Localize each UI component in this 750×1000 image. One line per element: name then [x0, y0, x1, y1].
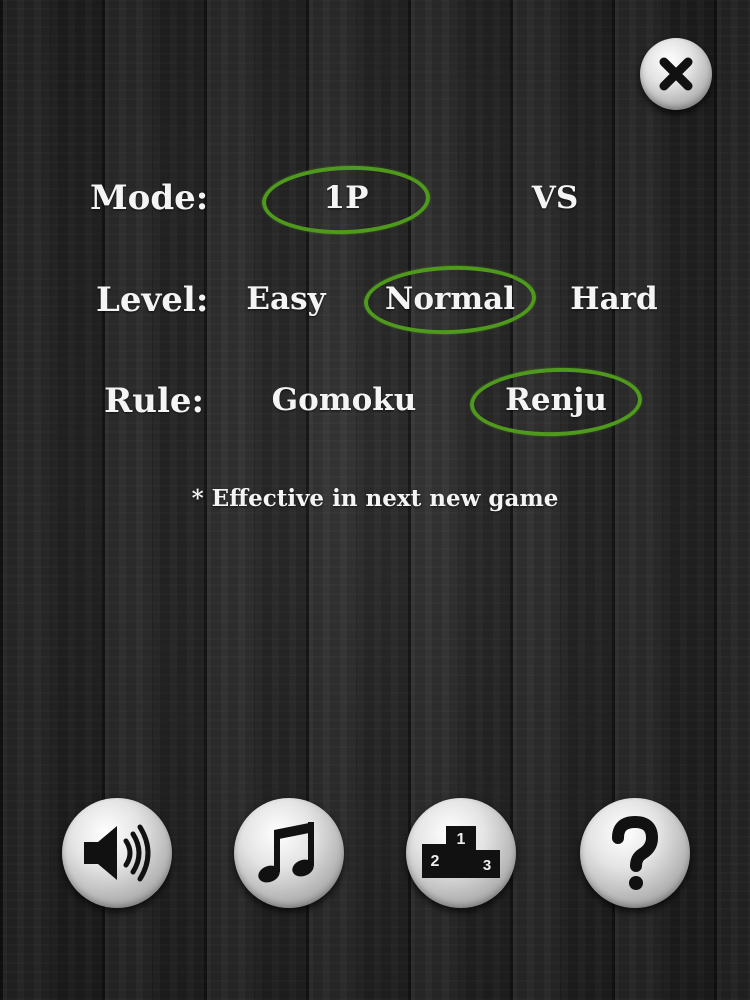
podium-icon: 1 2 3 [422, 826, 500, 878]
sound-button[interactable] [62, 798, 172, 908]
close-icon [659, 57, 693, 91]
effective-note: * Effective in next new game [191, 485, 559, 512]
music-button[interactable] [234, 798, 344, 908]
mode-option-vs[interactable]: VS [505, 180, 605, 216]
mode-label: Mode: [90, 178, 209, 218]
podium-number-3: 3 [483, 857, 491, 874]
speaker-icon [84, 824, 151, 882]
level-option-normal[interactable]: Normal [368, 281, 532, 317]
settings-screen: Mode: 1P VS Level: Easy Normal Hard Rule… [0, 0, 750, 1000]
level-option-hard[interactable]: Hard [562, 281, 666, 317]
leaderboard-button[interactable]: 1 2 3 [406, 798, 516, 908]
rule-option-renju[interactable]: Renju [474, 382, 638, 418]
close-button[interactable] [640, 38, 712, 110]
help-button[interactable] [580, 798, 690, 908]
question-mark-icon [612, 816, 658, 890]
level-option-easy[interactable]: Easy [238, 281, 334, 317]
level-label: Level: [96, 280, 209, 320]
rule-label: Rule: [104, 381, 205, 421]
podium-number-2: 2 [431, 853, 440, 870]
mode-option-1p[interactable]: 1P [266, 180, 426, 216]
podium-number-1: 1 [457, 831, 466, 848]
music-note-icon [258, 822, 314, 883]
rule-option-gomoku[interactable]: Gomoku [266, 382, 422, 418]
